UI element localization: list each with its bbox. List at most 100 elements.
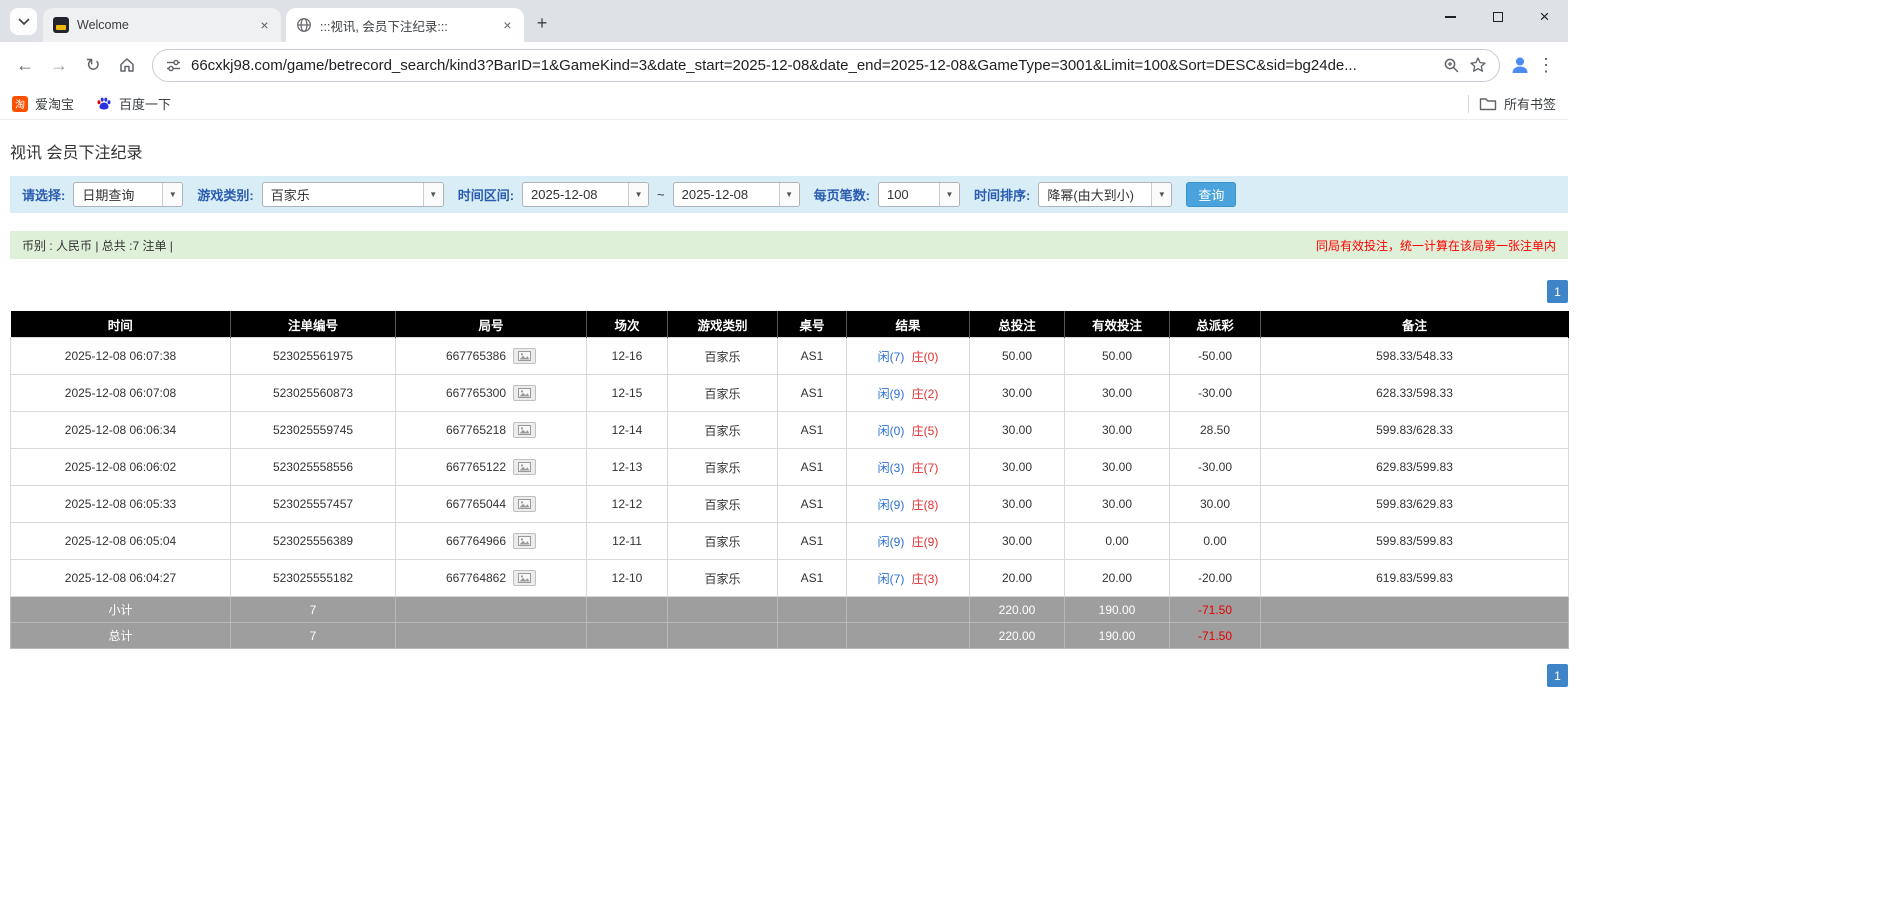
cell-total-bet[interactable]: 20.00 (970, 560, 1065, 597)
cell-time: 2025-12-08 06:07:08 (11, 375, 231, 412)
round-result-icon[interactable] (513, 348, 536, 364)
back-button[interactable]: ← (8, 48, 42, 82)
dropdown-arrow-icon[interactable]: ▼ (939, 183, 959, 206)
currency-summary: 币别 : 人民币 | 总共 :7 注单 | (22, 237, 173, 254)
dropdown-arrow-icon[interactable]: ▼ (628, 183, 648, 206)
total-row: 总计 7 220.00 190.00 -71.50 (11, 623, 1569, 649)
tab-close-icon[interactable]: × (499, 17, 516, 34)
round-result-icon[interactable] (513, 459, 536, 475)
dropdown-arrow-icon[interactable]: ▼ (779, 183, 799, 206)
result-banker: 庄(7) (912, 461, 939, 475)
cell-total-bet[interactable]: 30.00 (970, 523, 1065, 560)
bookmarks-right: 所有书签 (1468, 94, 1556, 113)
sort-dropdown[interactable]: 降幂(由大到小) ▼ (1038, 182, 1172, 207)
cell-payout: -20.00 (1170, 560, 1261, 597)
cell-total-bet[interactable]: 30.00 (970, 449, 1065, 486)
menu-button[interactable]: ⋮ (1532, 55, 1560, 76)
browser-window: Welcome × :::视讯, 会员下注纪录::: × + × ← → ↻ (0, 0, 1568, 687)
bookmark-baidu[interactable]: 百度一下 (96, 94, 171, 113)
query-type-dropdown[interactable]: 日期查询 ▼ (73, 182, 183, 207)
header-total-bet: 总投注 (970, 312, 1065, 338)
tab-search-button[interactable] (10, 8, 37, 35)
dropdown-arrow-icon[interactable]: ▼ (1151, 183, 1171, 206)
cell-note: 599.83/629.83 (1261, 486, 1569, 523)
round-number: 667764862 (446, 571, 506, 585)
cell-valid-bet: 30.00 (1065, 486, 1170, 523)
cell-bet-id: 523025556389 (231, 523, 396, 560)
cell-result: 闲(7) 庄(0) (847, 338, 970, 375)
maximize-button[interactable] (1474, 0, 1521, 34)
round-number: 667765300 (446, 386, 506, 400)
table-row: 2025-12-08 06:06:02 523025558556 6677651… (11, 449, 1569, 486)
date-start-dropdown[interactable]: 2025-12-08 ▼ (522, 182, 649, 207)
cell-total-bet[interactable]: 50.00 (970, 338, 1065, 375)
all-bookmarks-button[interactable]: 所有书签 (1479, 94, 1556, 113)
dropdown-arrow-icon[interactable]: ▼ (162, 183, 182, 206)
table-row: 2025-12-08 06:05:33 523025557457 6677650… (11, 486, 1569, 523)
url-text[interactable]: 66cxkj98.com/game/betrecord_search/kind3… (191, 57, 1434, 74)
date-end-value: 2025-12-08 (674, 183, 779, 206)
round-result-icon[interactable] (513, 533, 536, 549)
round-result-icon[interactable] (513, 385, 536, 401)
cell-game-type: 百家乐 (668, 412, 778, 449)
cell-valid-bet: 50.00 (1065, 338, 1170, 375)
cell-bet-id: 523025561975 (231, 338, 396, 375)
cell-total-bet[interactable]: 30.00 (970, 486, 1065, 523)
tab-close-icon[interactable]: × (256, 17, 273, 34)
new-tab-button[interactable]: + (528, 9, 556, 37)
table-row: 2025-12-08 06:07:38 523025561975 6677653… (11, 338, 1569, 375)
cell-valid-bet: 20.00 (1065, 560, 1170, 597)
date-separator: ~ (657, 187, 665, 202)
cell-round: 667765044 (396, 486, 587, 523)
cell-table-no: AS1 (778, 338, 847, 375)
game-type-dropdown[interactable]: 百家乐 ▼ (262, 182, 444, 207)
round-result-icon[interactable] (513, 570, 536, 586)
site-info-icon[interactable] (165, 57, 182, 74)
search-button[interactable]: 查询 (1186, 182, 1236, 207)
header-valid-bet: 有效投注 (1065, 312, 1170, 338)
zoom-button[interactable] (1443, 57, 1460, 74)
profile-button[interactable] (1508, 53, 1532, 77)
cell-payout: 28.50 (1170, 412, 1261, 449)
table-body: 2025-12-08 06:07:38 523025561975 6677653… (11, 338, 1569, 597)
address-bar[interactable]: 66cxkj98.com/game/betrecord_search/kind3… (152, 49, 1500, 82)
bookmark-taobao[interactable]: 淘 爱淘宝 (12, 94, 74, 113)
subtotal-total-bet: 220.00 (970, 597, 1065, 623)
cell-round: 667764966 (396, 523, 587, 560)
close-window-button[interactable]: × (1521, 0, 1568, 34)
result-player: 闲(9) (878, 535, 905, 549)
page-number-button[interactable]: 1 (1547, 664, 1568, 687)
reload-button[interactable]: ↻ (76, 48, 110, 82)
cell-total-bet[interactable]: 30.00 (970, 412, 1065, 449)
cell-session: 12-14 (587, 412, 668, 449)
result-banker: 庄(3) (912, 572, 939, 586)
dropdown-arrow-icon[interactable]: ▼ (423, 183, 443, 206)
minimize-button[interactable] (1427, 0, 1474, 34)
taobao-icon: 淘 (12, 96, 28, 112)
home-button[interactable] (110, 48, 144, 82)
page-number-button[interactable]: 1 (1547, 280, 1568, 303)
header-game-type: 游戏类别 (668, 312, 778, 338)
page-title: 视讯 会员下注纪录 (10, 120, 1568, 176)
cell-note: 599.83/628.33 (1261, 412, 1569, 449)
tab-betrecord[interactable]: :::视讯, 会员下注纪录::: × (286, 8, 524, 42)
cell-note: 598.33/548.33 (1261, 338, 1569, 375)
round-result-icon[interactable] (513, 496, 536, 512)
tab-welcome[interactable]: Welcome × (43, 8, 281, 42)
subtotal-row: 小计 7 220.00 190.00 -71.50 (11, 597, 1569, 623)
filter-bar: 请选择: 日期查询 ▼ 游戏类别: 百家乐 ▼ 时间区间: 2025-12-08… (10, 176, 1568, 213)
zoom-icon (1443, 57, 1460, 74)
cell-payout: -50.00 (1170, 338, 1261, 375)
result-banker: 庄(0) (912, 350, 939, 364)
page-size-dropdown[interactable]: 100 ▼ (878, 182, 960, 207)
summary-note: 同局有效投注，统一计算在该局第一张注单内 (1316, 237, 1556, 254)
welcome-favicon-icon (53, 17, 69, 33)
bookmark-star-button[interactable] (1469, 56, 1487, 74)
result-player: 闲(7) (878, 572, 905, 586)
round-result-icon[interactable] (513, 422, 536, 438)
forward-button[interactable]: → (42, 48, 76, 82)
date-end-dropdown[interactable]: 2025-12-08 ▼ (673, 182, 800, 207)
cell-total-bet[interactable]: 30.00 (970, 375, 1065, 412)
table-footer: 小计 7 220.00 190.00 -71.50 总计 7 (11, 597, 1569, 649)
cell-bet-id: 523025557457 (231, 486, 396, 523)
